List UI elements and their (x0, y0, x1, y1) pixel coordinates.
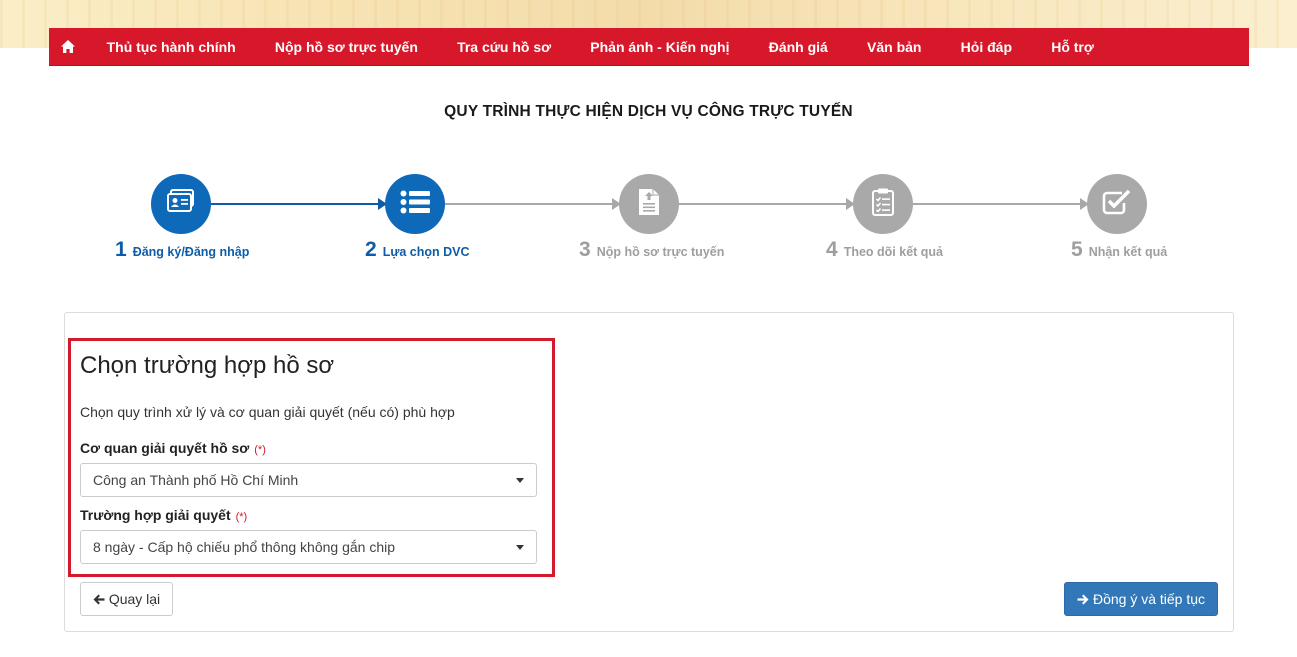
step-text: Theo dõi kết quả (843, 245, 943, 259)
nav-item-nop-ho-so-truc-tuyen[interactable]: Nộp hồ sơ trực tuyến (255, 28, 437, 66)
step-number: 1 (115, 238, 127, 261)
step-number: 2 (365, 238, 377, 261)
step-connector (679, 203, 847, 205)
agency-label-text: Cơ quan giải quyết hồ sơ (80, 440, 250, 456)
step-number: 3 (579, 238, 591, 261)
home-icon[interactable] (49, 28, 87, 66)
step-text: Nhận kết quả (1088, 245, 1168, 259)
step-connector (913, 203, 1081, 205)
caret-down-icon (516, 545, 524, 550)
step-1-label: 1 Đăng ký/Đăng nhập (115, 238, 249, 262)
step-2-circle[interactable] (385, 174, 445, 234)
clipboard-checklist-icon (872, 188, 894, 221)
case-select-value: 8 ngày - Cấp hộ chiếu phổ thông không gắ… (93, 539, 396, 555)
nav-item-thu-tuc-hanh-chinh[interactable]: Thủ tục hành chính (87, 28, 255, 66)
agency-select-value: Công an Thành phố Hồ Chí Minh (93, 472, 299, 488)
step-3-circle[interactable] (619, 174, 679, 234)
main-navbar: Thủ tục hành chính Nộp hồ sơ trực tuyến … (49, 28, 1249, 66)
nav-item-hoi-dap[interactable]: Hỏi đáp (941, 28, 1032, 66)
step-5-label: 5 Nhận kết quả (1071, 238, 1167, 262)
nav-item-ho-tro[interactable]: Hỗ trợ (1032, 28, 1114, 66)
checkbox-icon (1102, 189, 1132, 220)
step-connector (445, 203, 613, 205)
step-text: Lựa chọn DVC (382, 245, 470, 259)
nav-item-van-ban[interactable]: Văn bản (847, 28, 941, 66)
back-button-label: Quay lại (108, 591, 161, 607)
nav-item-tra-cuu-ho-so[interactable]: Tra cứu hồ sơ (437, 28, 570, 66)
arrow-left-icon (93, 594, 105, 605)
step-4-circle[interactable] (853, 174, 913, 234)
section-description: Chọn quy trình xử lý và cơ quan giải quy… (80, 404, 455, 420)
case-select[interactable]: 8 ngày - Cấp hộ chiếu phổ thông không gắ… (80, 530, 537, 564)
required-marker: (*) (254, 444, 266, 456)
agency-select[interactable]: Công an Thành phố Hồ Chí Minh (80, 463, 537, 497)
arrow-right-icon (1077, 594, 1089, 605)
case-label-text: Trường hợp giải quyết (80, 507, 231, 523)
required-marker: (*) (235, 511, 248, 523)
step-5-circle[interactable] (1087, 174, 1147, 234)
step-number: 5 (1071, 238, 1083, 261)
back-button[interactable]: Quay lại (80, 582, 173, 616)
case-field-label: Trường hợp giải quyết (*) (80, 507, 247, 523)
id-card-icon (166, 188, 196, 220)
process-stepper: 1 Đăng ký/Đăng nhập 2 Lựa chọn DVC 3 Nộp… (0, 170, 1297, 270)
step-1-circle[interactable] (151, 174, 211, 234)
agree-continue-button[interactable]: Đồng ý và tiếp tục (1064, 582, 1218, 616)
agree-continue-label: Đồng ý và tiếp tục (1092, 591, 1206, 607)
agency-field-label: Cơ quan giải quyết hồ sơ (*) (80, 440, 266, 456)
nav-item-danh-gia[interactable]: Đánh giá (749, 28, 847, 66)
page-title: QUY TRÌNH THỰC HIỆN DỊCH VỤ CÔNG TRỰC TU… (444, 103, 853, 120)
step-connector (211, 203, 379, 205)
caret-down-icon (516, 478, 524, 483)
document-upload-icon (638, 188, 660, 221)
nav-item-phan-anh-kien-nghi[interactable]: Phản ánh - Kiến nghị (571, 28, 749, 66)
step-3-label: 3 Nộp hồ sơ trực tuyến (579, 238, 724, 262)
step-text: Nộp hồ sơ trực tuyến (596, 245, 725, 259)
list-icon (400, 190, 430, 219)
step-2-label: 2 Lựa chọn DVC (365, 238, 470, 262)
section-heading: Chọn trường hợp hồ sơ (80, 352, 335, 379)
step-text: Đăng ký/Đăng nhập (132, 245, 250, 259)
step-4-label: 4 Theo dõi kết quả (826, 238, 943, 262)
step-number: 4 (826, 238, 838, 261)
